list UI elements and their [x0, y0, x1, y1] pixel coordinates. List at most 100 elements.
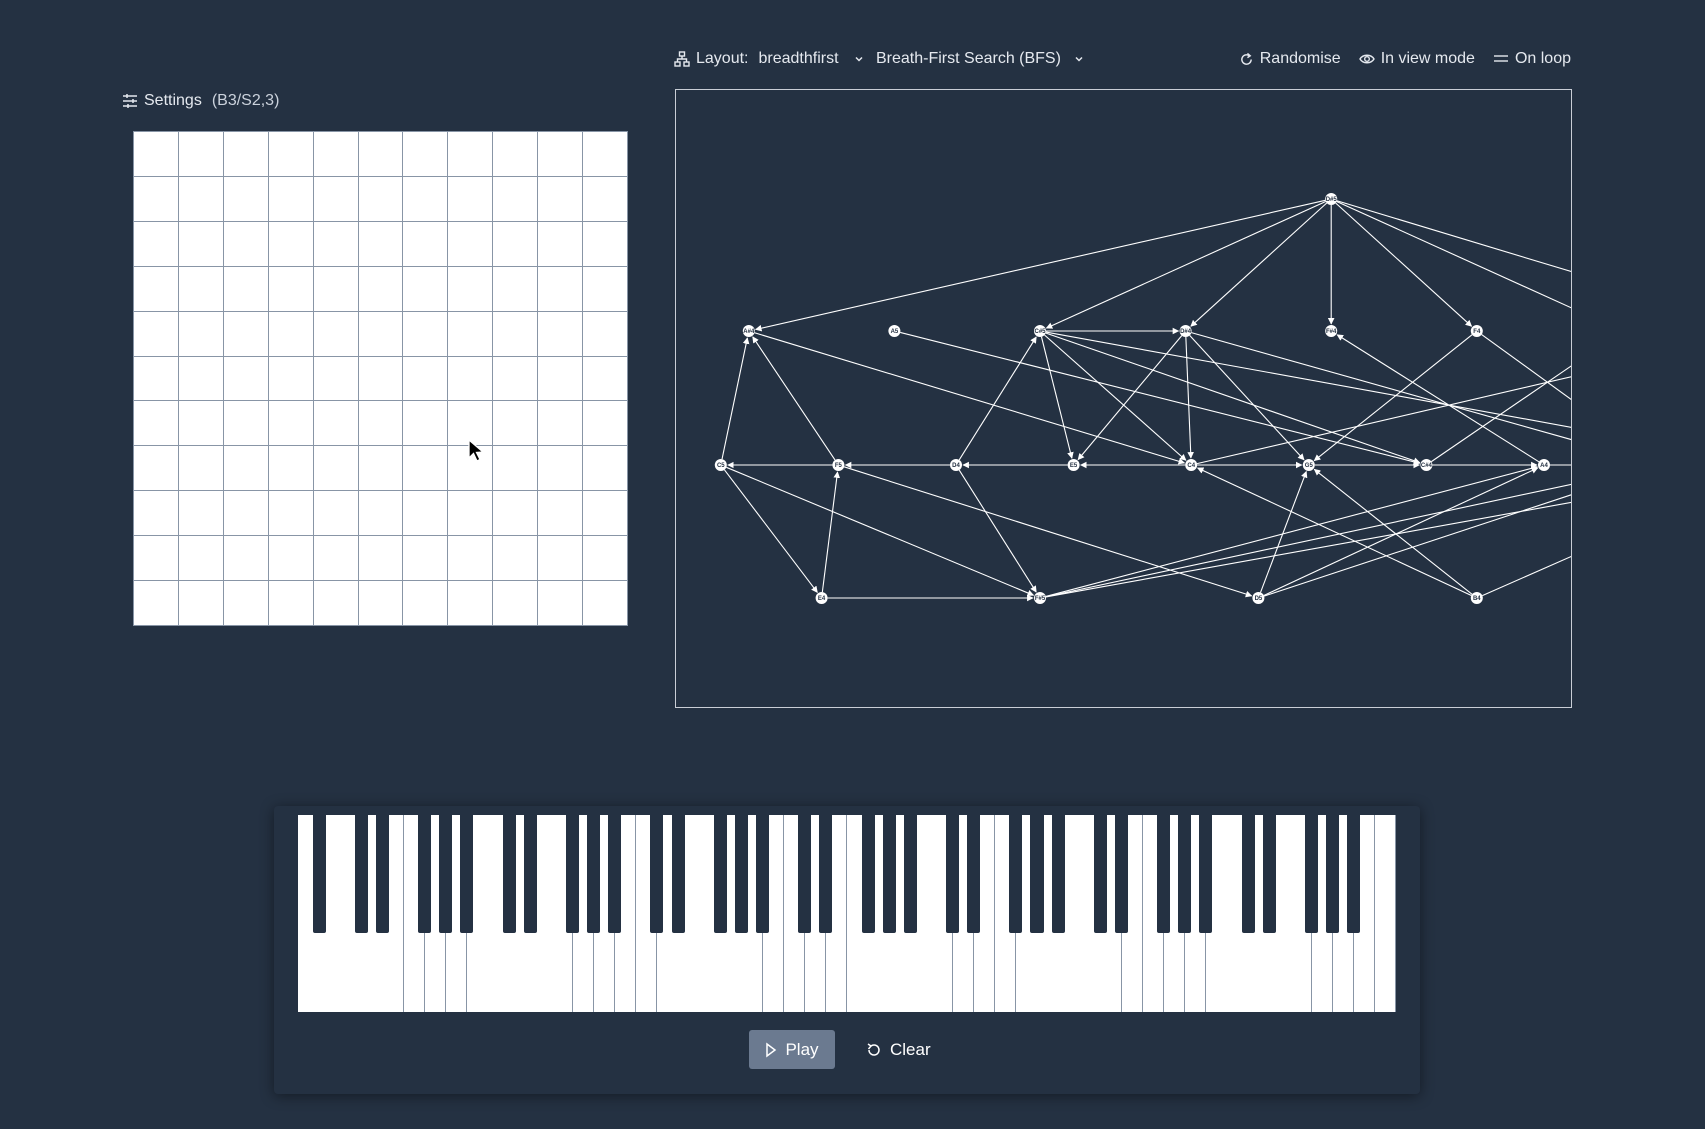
- graph-node[interactable]: D4: [950, 459, 962, 471]
- grid-cell[interactable]: [583, 176, 627, 221]
- grid-cell[interactable]: [223, 491, 268, 536]
- grid-cell[interactable]: [313, 446, 358, 491]
- graph-node[interactable]: C5: [714, 459, 727, 471]
- piano-black-key[interactable]: [1199, 815, 1213, 933]
- graph-node[interactable]: B4: [1470, 592, 1483, 604]
- graph-node[interactable]: F4: [1470, 325, 1483, 337]
- grid-cell[interactable]: [448, 311, 493, 356]
- piano-black-key[interactable]: [1009, 815, 1023, 933]
- graph-node[interactable]: C#4: [1420, 459, 1433, 471]
- grid-cell[interactable]: [583, 221, 627, 266]
- grid-cell[interactable]: [538, 176, 583, 221]
- grid-cell[interactable]: [268, 356, 313, 401]
- grid-cell[interactable]: [583, 581, 627, 625]
- grid-cell[interactable]: [268, 446, 313, 491]
- grid-cell[interactable]: [268, 401, 313, 446]
- grid-cell[interactable]: [448, 356, 493, 401]
- grid-cell[interactable]: [538, 401, 583, 446]
- grid-cell[interactable]: [268, 221, 313, 266]
- grid-cell[interactable]: [448, 536, 493, 581]
- grid-cell[interactable]: [268, 176, 313, 221]
- grid-cell[interactable]: [178, 221, 223, 266]
- grid-cell[interactable]: [313, 401, 358, 446]
- grid-cell[interactable]: [268, 581, 313, 625]
- grid-cell[interactable]: [538, 132, 583, 176]
- grid-cell[interactable]: [448, 221, 493, 266]
- grid-cell[interactable]: [134, 311, 178, 356]
- grid-cell[interactable]: [134, 536, 178, 581]
- graph-node[interactable]: G5: [1302, 459, 1315, 471]
- piano-black-key[interactable]: [312, 815, 326, 933]
- grid-cell[interactable]: [358, 176, 403, 221]
- grid-cell[interactable]: [493, 221, 538, 266]
- grid-cell[interactable]: [583, 311, 627, 356]
- grid-cell[interactable]: [313, 536, 358, 581]
- piano-black-key[interactable]: [1157, 815, 1171, 933]
- grid-cell[interactable]: [223, 311, 268, 356]
- piano-black-key[interactable]: [713, 815, 727, 933]
- grid-cell[interactable]: [178, 446, 223, 491]
- piano-black-key[interactable]: [650, 815, 664, 933]
- grid-cell[interactable]: [538, 491, 583, 536]
- grid-cell[interactable]: [178, 266, 223, 311]
- graph-node[interactable]: E4: [815, 592, 828, 604]
- grid-cell[interactable]: [178, 311, 223, 356]
- grid-cell[interactable]: [403, 176, 448, 221]
- grid-cell[interactable]: [358, 491, 403, 536]
- grid-cell[interactable]: [358, 581, 403, 625]
- grid-cell[interactable]: [403, 401, 448, 446]
- grid-cell[interactable]: [403, 311, 448, 356]
- piano-black-key[interactable]: [946, 815, 960, 933]
- grid-cell[interactable]: [493, 132, 538, 176]
- grid-cell[interactable]: [358, 266, 403, 311]
- grid-cell[interactable]: [134, 221, 178, 266]
- grid-cell[interactable]: [358, 311, 403, 356]
- piano-black-key[interactable]: [1051, 815, 1065, 933]
- grid-cell[interactable]: [134, 356, 178, 401]
- grid-cell[interactable]: [583, 356, 627, 401]
- piano-black-key[interactable]: [755, 815, 770, 933]
- grid-cell[interactable]: [403, 581, 448, 625]
- grid-cell[interactable]: [403, 221, 448, 266]
- piano-black-key[interactable]: [882, 815, 896, 933]
- graph-canvas[interactable]: D#5A#4A5C#5D#4F#4F4G#5G4C5F5D4E5C4G5C#4A…: [676, 90, 1571, 707]
- grid-cell[interactable]: [538, 221, 583, 266]
- piano-keyboard[interactable]: [298, 815, 1397, 1012]
- piano-black-key[interactable]: [671, 815, 685, 933]
- piano-black-key[interactable]: [418, 815, 432, 933]
- grid-cell[interactable]: [223, 132, 268, 176]
- piano-black-key[interactable]: [819, 815, 833, 933]
- piano-black-key[interactable]: [565, 815, 580, 933]
- grid-cell[interactable]: [313, 221, 358, 266]
- grid-cell[interactable]: [493, 356, 538, 401]
- grid-cell[interactable]: [313, 491, 358, 536]
- graph-node[interactable]: D#4: [1179, 325, 1192, 337]
- grid-cell[interactable]: [313, 311, 358, 356]
- grid-cell[interactable]: [358, 221, 403, 266]
- graph-node[interactable]: C#5: [1034, 325, 1046, 337]
- grid-cell[interactable]: [403, 266, 448, 311]
- grid-cell[interactable]: [313, 176, 358, 221]
- grid-cell[interactable]: [448, 132, 493, 176]
- piano-black-key[interactable]: [439, 815, 453, 933]
- piano-black-key[interactable]: [523, 815, 537, 933]
- grid-cell[interactable]: [538, 266, 583, 311]
- grid-cell[interactable]: [493, 581, 538, 625]
- grid-cell[interactable]: [358, 446, 403, 491]
- piano-black-key[interactable]: [1304, 815, 1319, 933]
- grid-cell[interactable]: [493, 491, 538, 536]
- grid-cell[interactable]: [223, 446, 268, 491]
- grid-cell[interactable]: [493, 401, 538, 446]
- grid-cell[interactable]: [403, 356, 448, 401]
- grid-cell[interactable]: [358, 401, 403, 446]
- grid-cell[interactable]: [538, 311, 583, 356]
- grid-cell[interactable]: [134, 446, 178, 491]
- piano-black-key[interactable]: [1114, 815, 1129, 933]
- graph-node[interactable]: A5: [888, 325, 901, 337]
- grid-cell[interactable]: [493, 176, 538, 221]
- piano-black-key[interactable]: [1178, 815, 1192, 933]
- piano-black-key[interactable]: [967, 815, 981, 933]
- graph-node[interactable]: D#5: [1325, 193, 1337, 205]
- piano-black-key[interactable]: [861, 815, 875, 933]
- settings-toggle[interactable]: Settings (B3/S2,3): [122, 92, 279, 110]
